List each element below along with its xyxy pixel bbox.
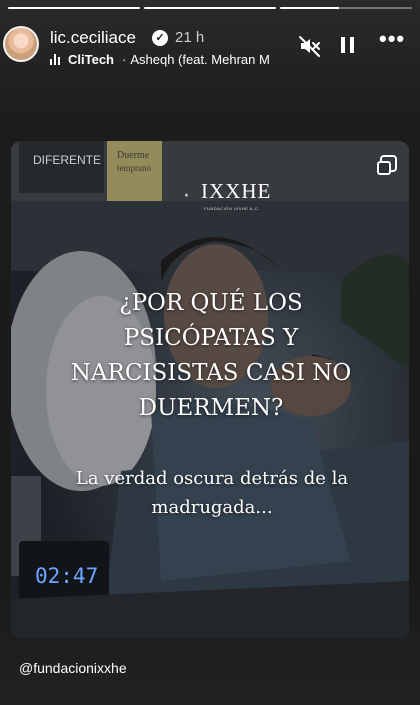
music-bars-icon <box>50 54 60 65</box>
reshare-icon[interactable] <box>377 155 397 175</box>
svg-text:Duerme: Duerme <box>117 150 150 161</box>
logo-name: IXXHE <box>201 179 272 203</box>
more-options-icon[interactable]: ••• <box>379 28 407 54</box>
sign-duerme-temprano: Duerme temprano <box>117 150 151 173</box>
progress-segment <box>8 7 140 9</box>
logo-subtitle: FUNDACIÓN IXXHE A.C. <box>204 206 260 211</box>
ixxhe-logo: IXXHE FUNDACIÓN IXXHE A.C. <box>171 176 270 226</box>
mention-sticker[interactable]: @fundacionixxhe <box>19 660 127 676</box>
verified-badge-icon: ✓ <box>152 30 168 46</box>
headline: ¿POR QUÉ LOS PSICÓPATAS Y NARCISISTAS CA… <box>70 290 352 421</box>
alarm-clock: 02:47 <box>35 564 98 588</box>
story-image: DIFERENTE Duerme temprano 02:47 IXXHE FU… <box>11 141 409 639</box>
music-track: Asheqh (feat. Mehran M <box>130 52 270 67</box>
pause-icon[interactable] <box>341 34 357 56</box>
post-time: 21 h <box>175 29 205 46</box>
speaker-muted-icon[interactable] <box>298 34 322 58</box>
username[interactable]: lic.ceciliace <box>50 28 136 48</box>
subheadline: La verdad oscura detrás de la madrugada.… <box>75 468 349 518</box>
music-attribution[interactable]: CliTech · Asheqh (feat. Mehran M <box>50 52 286 67</box>
svg-text:02:47: 02:47 <box>35 564 98 588</box>
sign-diferente: DIFERENTE <box>33 153 101 167</box>
music-separator: · <box>122 52 127 67</box>
svg-text:temprano: temprano <box>117 163 151 173</box>
story-viewer: lic.ceciliace ✓ 21 h CliTech · Asheqh (f… <box>0 0 420 705</box>
progress-segment <box>280 7 412 9</box>
story-header: lic.ceciliace ✓ 21 h CliTech · Asheqh (f… <box>0 18 420 70</box>
svg-text:DIFERENTE: DIFERENTE <box>33 153 101 167</box>
avatar[interactable] <box>3 26 39 62</box>
music-artist: CliTech <box>68 52 114 67</box>
story-progress-bar <box>8 7 412 9</box>
progress-segment <box>144 7 276 9</box>
crescent-moon-icon <box>174 180 191 214</box>
